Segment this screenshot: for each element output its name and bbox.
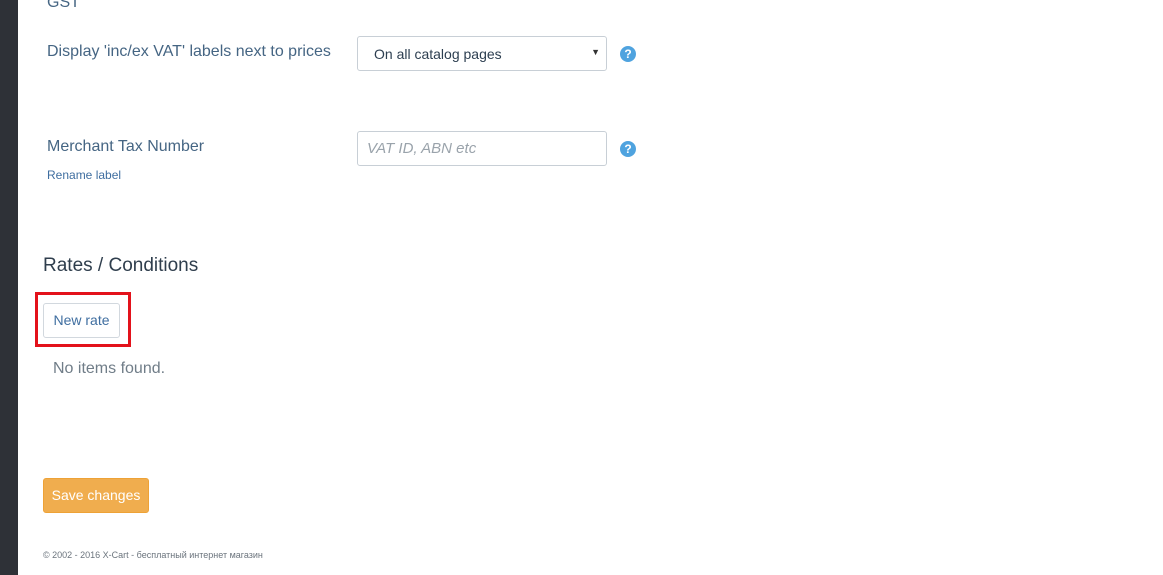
question-circle-icon[interactable]: ? — [620, 46, 636, 62]
vat-labels-select[interactable]: On all catalog pages ▼ — [357, 36, 607, 71]
dropdown-arrow-icon: ▼ — [591, 47, 600, 57]
left-sidebar-edge — [0, 0, 18, 575]
rates-conditions-title: Rates / Conditions — [43, 255, 199, 276]
vat-labels-field-label: Display 'inc/ex VAT' labels next to pric… — [47, 43, 331, 60]
question-circle-icon[interactable]: ? — [620, 141, 636, 157]
vat-labels-selected-value: On all catalog pages — [374, 46, 502, 62]
merchant-tax-input[interactable] — [357, 131, 607, 166]
section-label-gst: GST — [47, 0, 80, 11]
footer-copyright: © 2002 - 2016 X-Cart - бесплатный интерн… — [43, 550, 263, 560]
merchant-tax-field-label: Merchant Tax Number — [47, 138, 205, 155]
no-items-message: No items found. — [53, 360, 166, 377]
rename-label-link[interactable]: Rename label — [47, 168, 121, 182]
new-rate-button[interactable]: New rate — [43, 303, 120, 338]
save-changes-button[interactable]: Save changes — [43, 478, 149, 513]
